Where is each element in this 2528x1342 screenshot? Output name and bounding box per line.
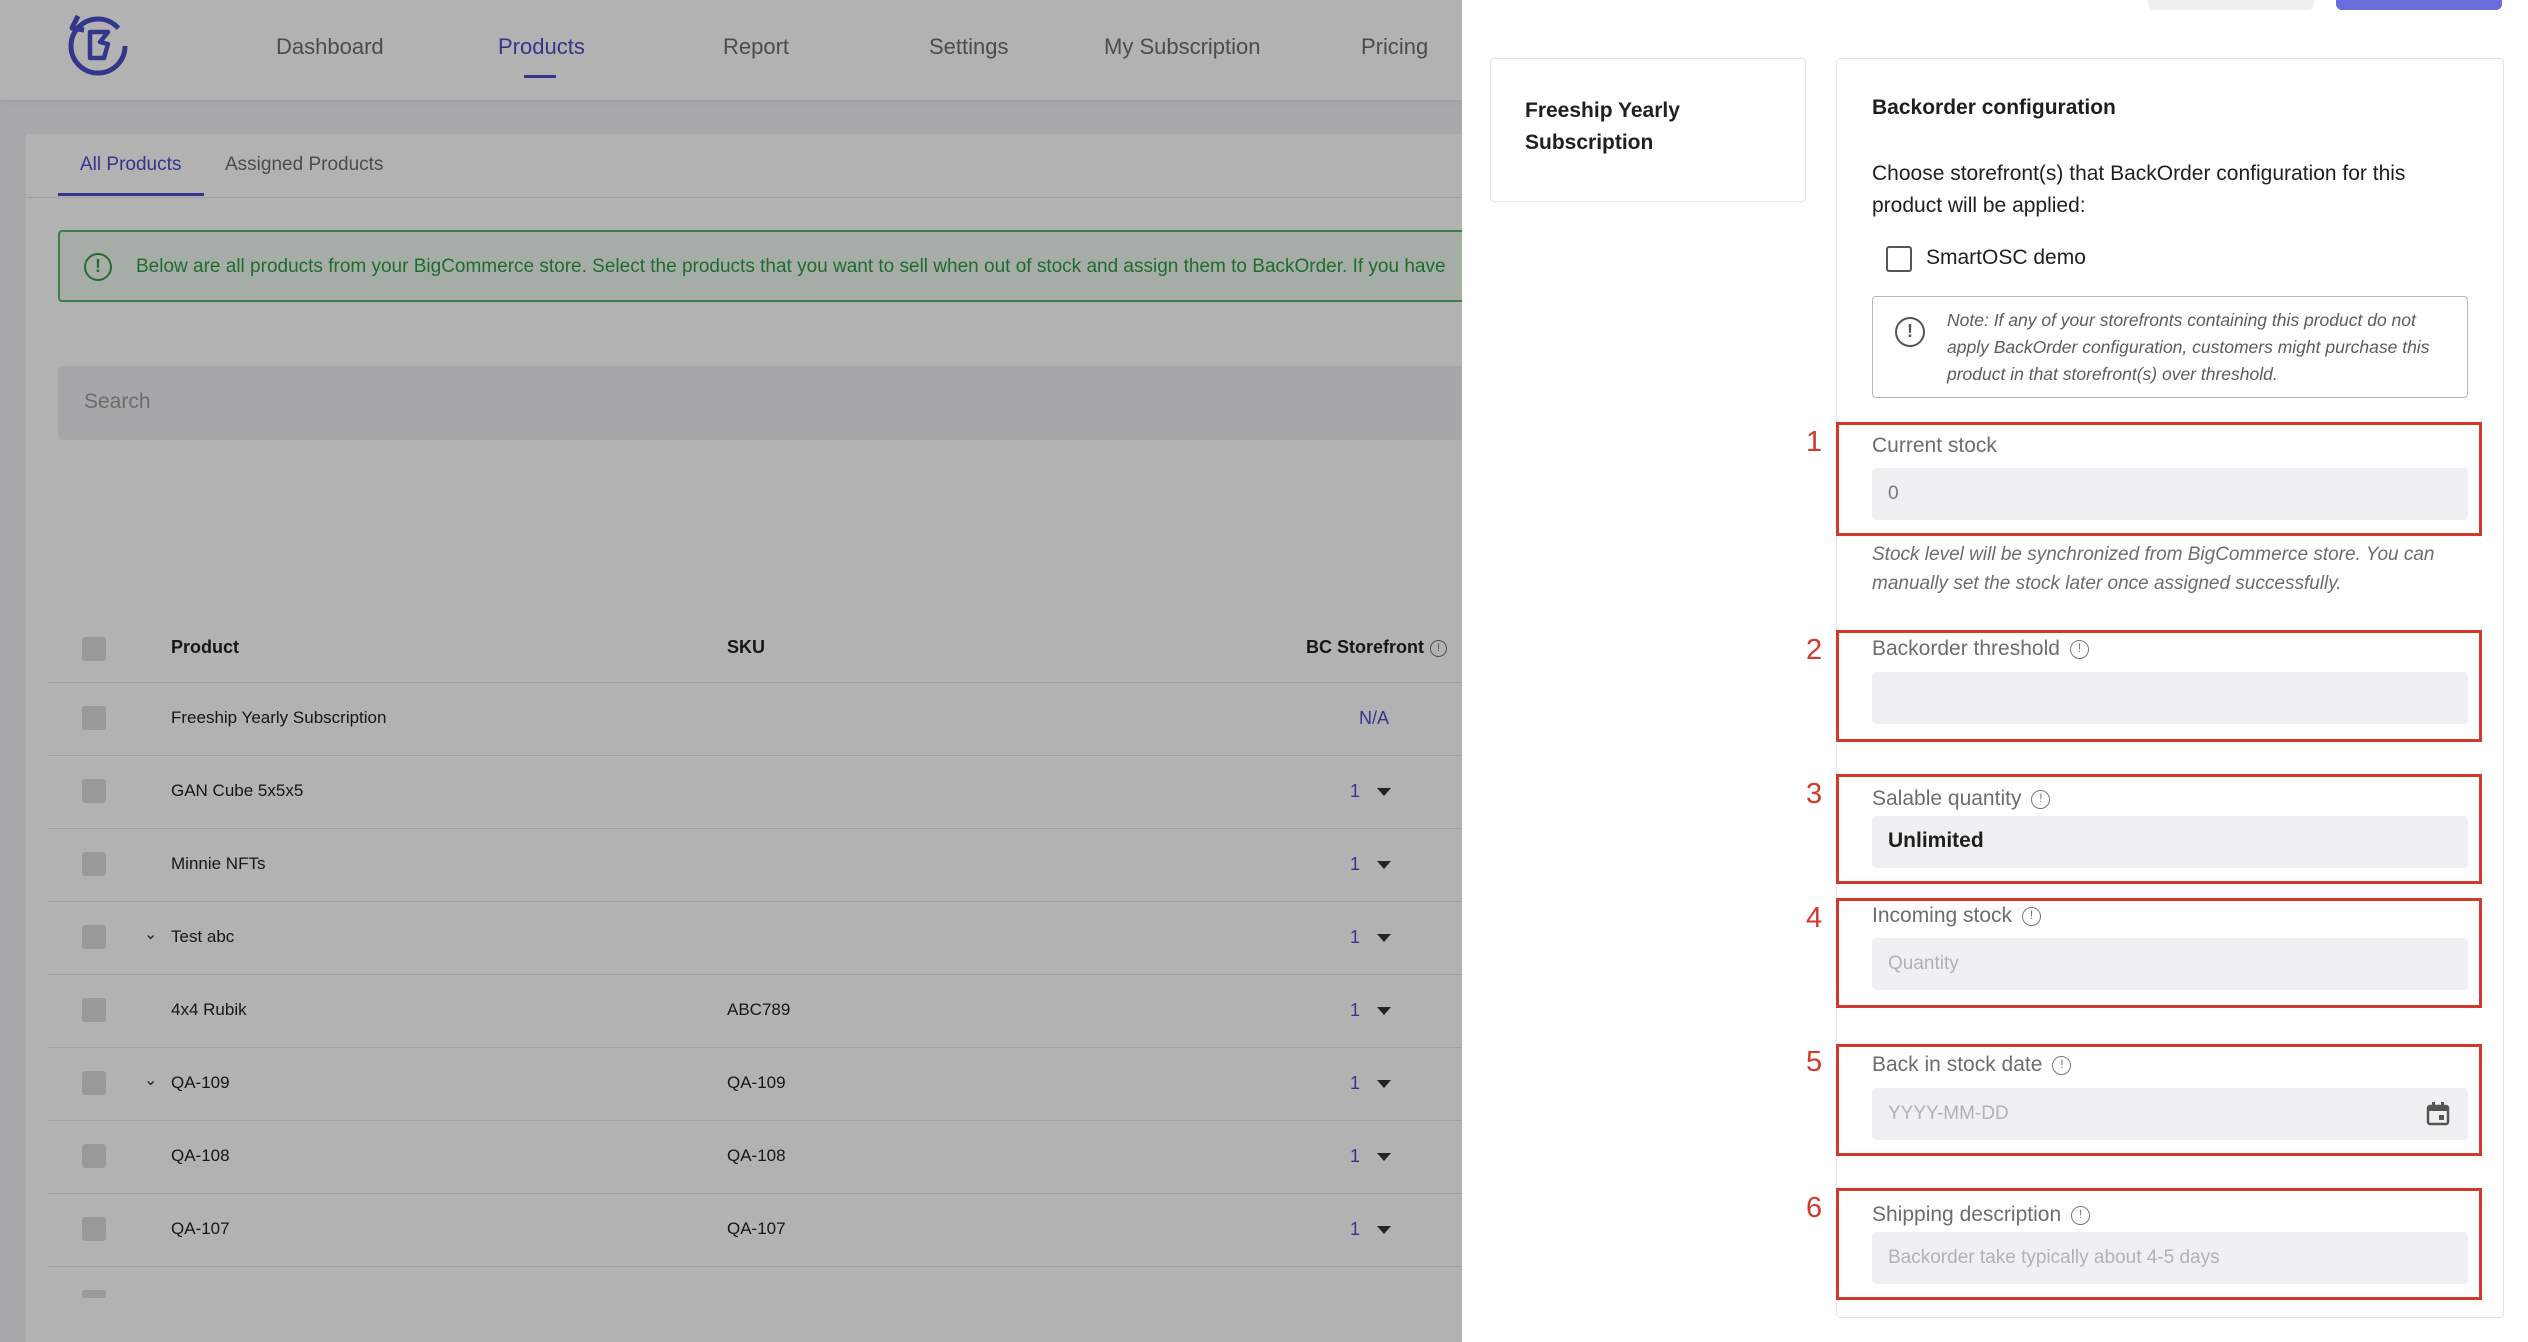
backorder-threshold-label-text: Backorder threshold <box>1872 637 2060 660</box>
info-icon[interactable]: ! <box>2069 639 2089 659</box>
current-stock-value: 0 <box>1888 483 1899 504</box>
salable-quantity-label-text: Salable quantity <box>1872 787 2022 810</box>
storefront-note: ! Note: If any of your storefronts conta… <box>1872 296 2468 398</box>
storefront-checkbox[interactable] <box>1886 246 1912 272</box>
note-info-icon: ! <box>1895 317 1925 347</box>
shipping-description-placeholder: Backorder take typically about 4-5 days <box>1888 1247 2220 1268</box>
incoming-stock-placeholder: Quantity <box>1888 953 1959 974</box>
product-summary-card: Freeship Yearly Subscription <box>1490 58 1806 202</box>
incoming-stock-input[interactable]: Quantity <box>1872 938 2468 990</box>
info-icon[interactable]: ! <box>2022 906 2042 926</box>
incoming-stock-label-text: Incoming stock <box>1872 904 2013 927</box>
annotation-number-1: 1 <box>1806 426 1823 458</box>
back-in-stock-date-label: Back in stock date! <box>1872 1053 2072 1077</box>
salable-quantity-label: Salable quantity! <box>1872 787 2051 811</box>
backorder-threshold-label: Backorder threshold! <box>1872 637 2089 661</box>
modal-backdrop[interactable] <box>0 0 1462 1342</box>
salable-quantity-field: Unlimited <box>1872 816 2468 868</box>
annotation-number-6: 6 <box>1806 1192 1823 1224</box>
section-description: Choose storefront(s) that BackOrder conf… <box>1872 162 2406 217</box>
backorder-threshold-input[interactable] <box>1872 672 2468 724</box>
back-in-stock-date-input[interactable]: YYYY-MM-DD <box>1872 1088 2468 1140</box>
info-icon[interactable]: ! <box>2031 789 2051 809</box>
shipping-description-label-text: Shipping description <box>1872 1203 2062 1226</box>
incoming-stock-label: Incoming stock! <box>1872 904 2042 928</box>
save-button[interactable] <box>2336 0 2502 10</box>
info-icon[interactable]: ! <box>2071 1205 2091 1225</box>
note-text: Note: If any of your storefronts contain… <box>1947 310 2430 384</box>
storefront-label[interactable]: SmartOSC demo <box>1926 246 2086 270</box>
current-stock-field[interactable]: 0 <box>1872 468 2468 520</box>
calendar-icon[interactable] <box>2424 1100 2452 1128</box>
annotation-number-5: 5 <box>1806 1046 1823 1078</box>
stock-help-text: Stock level will be synchronized from Bi… <box>1872 544 2435 594</box>
shipping-description-label: Shipping description! <box>1872 1203 2091 1227</box>
annotation-number-3: 3 <box>1806 778 1823 810</box>
shipping-description-input[interactable]: Backorder take typically about 4-5 days <box>1872 1232 2468 1284</box>
current-stock-label: Current stock <box>1872 434 1997 457</box>
section-title: Backorder configuration <box>1872 96 2116 119</box>
cancel-button[interactable] <box>2148 0 2314 10</box>
info-icon[interactable]: ! <box>2052 1055 2072 1075</box>
annotation-number-2: 2 <box>1806 634 1823 666</box>
back-in-stock-date-placeholder: YYYY-MM-DD <box>1888 1103 2009 1124</box>
annotation-number-4: 4 <box>1806 902 1823 934</box>
product-title: Freeship Yearly Subscription <box>1525 99 1680 154</box>
back-in-stock-date-label-text: Back in stock date <box>1872 1053 2043 1076</box>
salable-quantity-value: Unlimited <box>1888 829 1984 852</box>
